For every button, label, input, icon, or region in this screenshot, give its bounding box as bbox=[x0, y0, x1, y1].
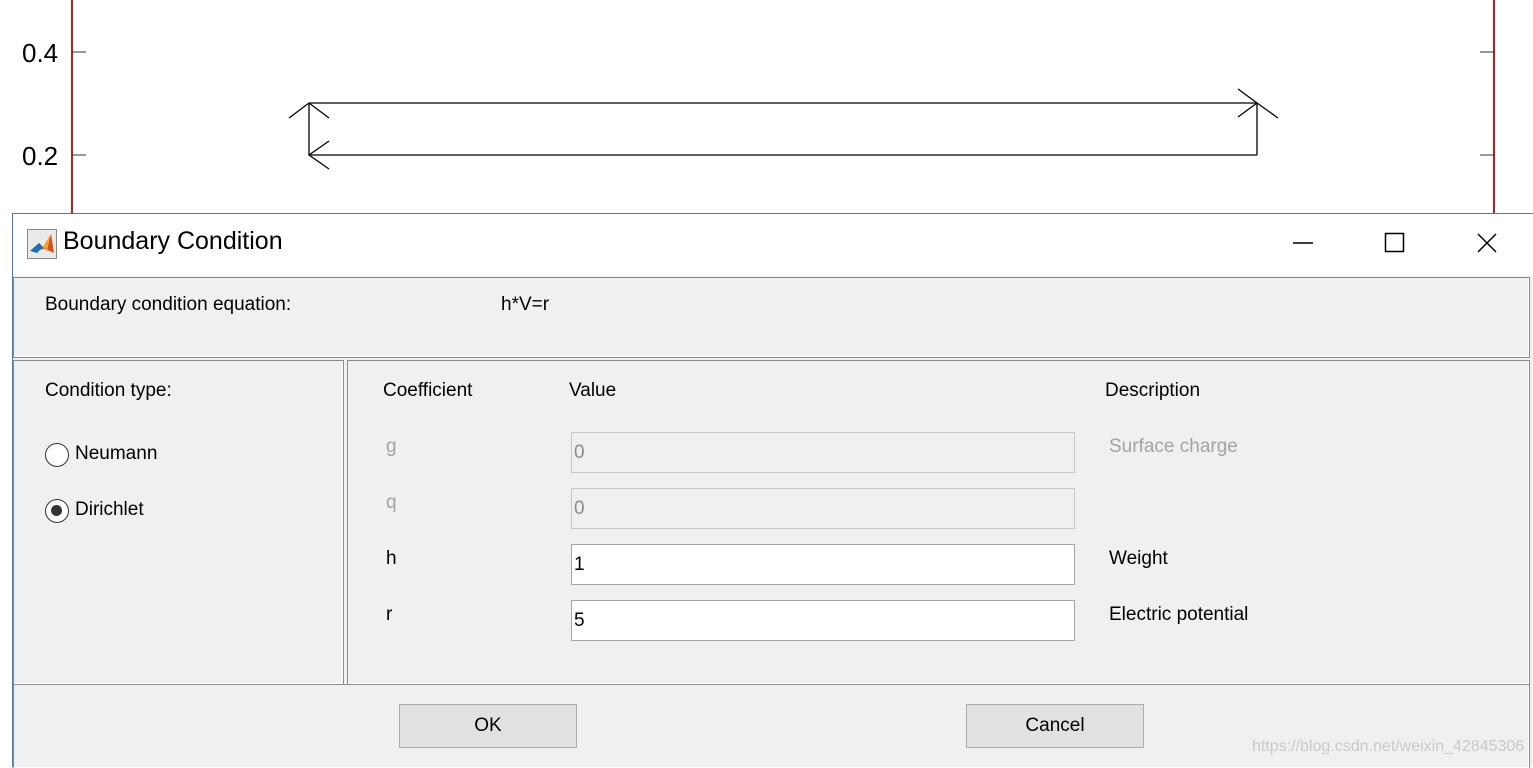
title-bar[interactable]: Boundary Condition bbox=[13, 214, 1533, 276]
value-field-g: 0 bbox=[571, 432, 1075, 473]
coefficients-panel: Coefficient Value Description g 0 Surfac… bbox=[347, 360, 1530, 685]
description-h: Weight bbox=[1109, 548, 1168, 569]
equation-panel: Boundary condition equation: h*V=r bbox=[13, 277, 1530, 358]
close-button[interactable] bbox=[1441, 214, 1533, 272]
equation-label: Boundary condition equation: bbox=[45, 294, 292, 315]
close-icon bbox=[1477, 233, 1497, 253]
radio-button-dirichlet[interactable] bbox=[45, 499, 69, 523]
ok-button[interactable]: OK bbox=[399, 704, 577, 748]
plot-area: 0.4 0.2 bbox=[0, 0, 1533, 215]
value-field-h[interactable]: 1 bbox=[571, 544, 1075, 585]
matlab-icon bbox=[27, 229, 57, 259]
dialog-title: Boundary Condition bbox=[63, 227, 283, 255]
cancel-button[interactable]: Cancel bbox=[966, 704, 1144, 748]
description-g: Surface charge bbox=[1109, 436, 1238, 457]
y-tick-label: 0.2 bbox=[22, 141, 59, 171]
y-tick-label: 0.4 bbox=[22, 38, 59, 68]
coefficient-header: Coefficient bbox=[383, 380, 473, 401]
radio-button-neumann[interactable] bbox=[45, 443, 69, 467]
radio-selected-dot bbox=[51, 505, 62, 516]
boundary-geometry[interactable] bbox=[288, 88, 1279, 170]
coefficient-name-h: h bbox=[386, 548, 397, 569]
value-field-r[interactable]: 5 bbox=[571, 600, 1075, 641]
radio-neumann[interactable]: Neumann bbox=[45, 441, 205, 469]
radio-label-dirichlet: Dirichlet bbox=[75, 499, 144, 520]
description-header: Description bbox=[1105, 380, 1201, 401]
maximize-icon bbox=[1384, 232, 1405, 253]
watermark: https://blog.csdn.net/weixin_42845306 bbox=[1252, 738, 1525, 755]
coefficient-name-g: g bbox=[386, 436, 397, 457]
equation-value: h*V=r bbox=[501, 294, 550, 315]
plot-canvas bbox=[71, 0, 1495, 215]
condition-type-label: Condition type: bbox=[45, 380, 172, 401]
value-header: Value bbox=[569, 380, 617, 401]
coefficient-name-r: r bbox=[386, 604, 393, 625]
boundary-condition-dialog: Boundary Condition Boundary condition eq… bbox=[12, 213, 1533, 768]
condition-type-panel: Condition type: Neumann Dirichlet bbox=[13, 360, 344, 685]
radio-label-neumann: Neumann bbox=[75, 443, 158, 464]
minimize-button[interactable] bbox=[1257, 214, 1349, 272]
minimize-icon bbox=[1293, 242, 1313, 244]
description-r: Electric potential bbox=[1109, 604, 1249, 625]
value-field-q: 0 bbox=[571, 488, 1075, 529]
maximize-button[interactable] bbox=[1349, 214, 1441, 272]
radio-dirichlet[interactable]: Dirichlet bbox=[45, 497, 205, 525]
coefficient-name-q: q bbox=[386, 492, 397, 513]
